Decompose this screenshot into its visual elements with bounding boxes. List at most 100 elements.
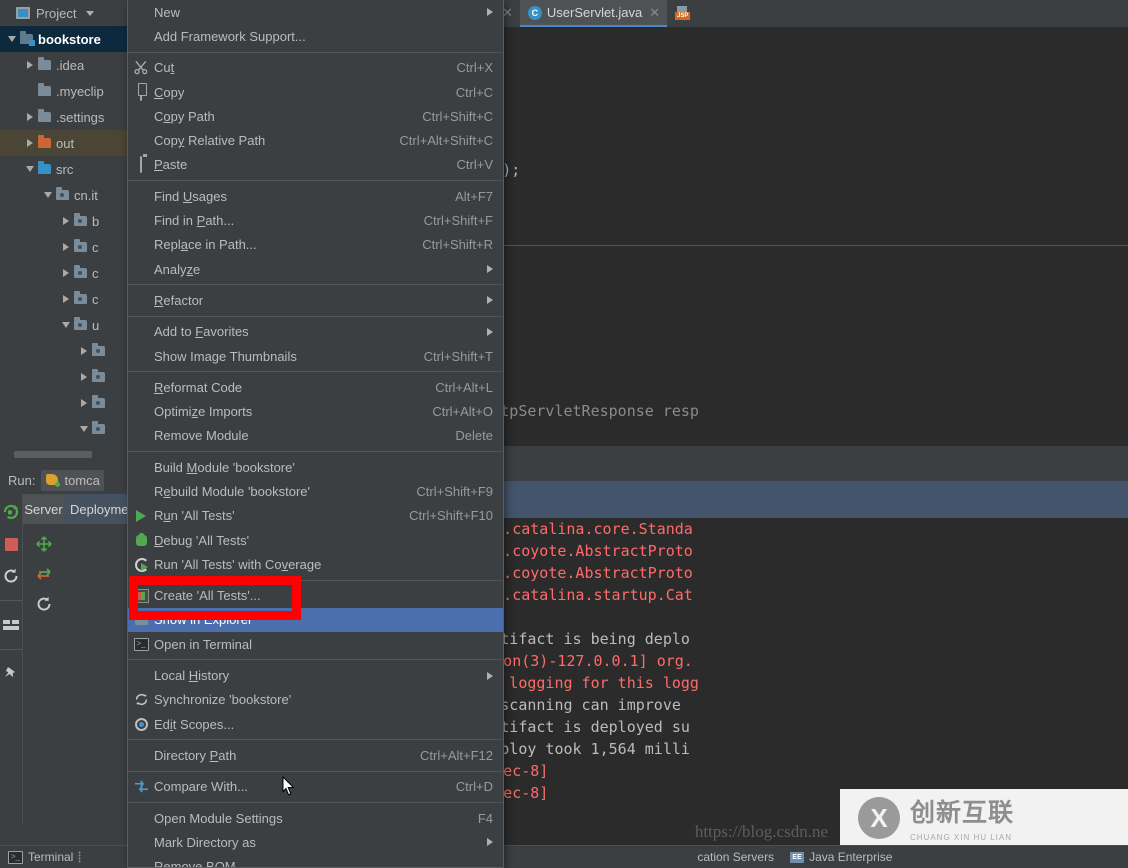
menu-item[interactable]: Cut Ctrl+X: [128, 56, 503, 80]
drag-grip[interactable]: [78, 851, 82, 863]
menu-item[interactable]: Synchronize 'bookstore': [128, 688, 503, 712]
tree-twisty[interactable]: [4, 36, 20, 42]
status-java-ee-button[interactable]: EE Java Enterprise: [782, 850, 900, 864]
run-configuration-tab[interactable]: tomca: [41, 469, 104, 491]
restart-icon[interactable]: [1, 566, 21, 586]
project-tree-item[interactable]: u: [0, 312, 130, 338]
menu-item[interactable]: Edit Scopes...: [128, 712, 503, 736]
tree-twisty[interactable]: [58, 322, 74, 328]
pin-icon[interactable]: [1, 664, 21, 684]
menu-item[interactable]: Compare With... Ctrl+D: [128, 775, 503, 799]
collapse-arrow-icon[interactable]: [62, 322, 70, 328]
menu-item[interactable]: Debug 'All Tests': [128, 528, 503, 552]
tree-twisty[interactable]: [22, 113, 38, 121]
project-tree-item[interactable]: .settings: [0, 104, 130, 130]
project-tree-item[interactable]: c: [0, 286, 130, 312]
rerun-icon[interactable]: [1, 502, 21, 522]
menu-item[interactable]: Show in Explorer: [128, 607, 503, 633]
expand-arrow-icon[interactable]: [27, 139, 33, 147]
tree-twisty[interactable]: [58, 295, 74, 303]
menu-item[interactable]: Refactor: [128, 288, 503, 312]
menu-item[interactable]: Copy Path Ctrl+Shift+C: [128, 104, 503, 128]
menu-item[interactable]: >_ Open in Terminal: [128, 632, 503, 656]
menu-item[interactable]: Open Module Settings F4: [128, 806, 503, 830]
menu-item[interactable]: Remove Module Delete: [128, 424, 503, 448]
menu-item[interactable]: Remove BOM: [128, 855, 503, 867]
expand-arrow-icon[interactable]: [63, 269, 69, 277]
tree-twisty[interactable]: [76, 373, 92, 381]
project-tree-item[interactable]: bookstore: [0, 26, 130, 52]
tree-twisty[interactable]: [76, 426, 92, 432]
update-icon[interactable]: [34, 564, 54, 584]
layout-icon[interactable]: [1, 615, 21, 635]
collapse-arrow-icon[interactable]: [80, 426, 88, 432]
tree-twisty[interactable]: [22, 61, 38, 69]
expand-arrow-icon[interactable]: [81, 347, 87, 355]
expand-arrow-icon[interactable]: [27, 61, 33, 69]
menu-item[interactable]: Mark Directory as: [128, 830, 503, 854]
expand-arrow-icon[interactable]: [81, 399, 87, 407]
menu-item[interactable]: Show Image Thumbnails Ctrl+Shift+T: [128, 344, 503, 368]
editor-tab[interactable]: C UserServlet.java ✕: [519, 0, 668, 27]
menu-item[interactable]: Optimize Imports Ctrl+Alt+O: [128, 399, 503, 423]
stop-icon[interactable]: [1, 534, 21, 554]
menu-item[interactable]: Local History: [128, 663, 503, 687]
project-tree-item[interactable]: c: [0, 260, 130, 286]
menu-item[interactable]: Paste Ctrl+V: [128, 153, 503, 177]
menu-item[interactable]: Build Module 'bookstore': [128, 455, 503, 479]
tree-twisty[interactable]: [58, 243, 74, 251]
menu-item[interactable]: Run 'All Tests' with Coverage: [128, 552, 503, 576]
menu-item[interactable]: Rebuild Module 'bookstore' Ctrl+Shift+F9: [128, 479, 503, 503]
tree-twisty[interactable]: [58, 269, 74, 277]
tree-twisty[interactable]: [76, 399, 92, 407]
horizontal-scrollbar[interactable]: [14, 451, 92, 458]
tree-twisty[interactable]: [58, 217, 74, 225]
tree-twisty[interactable]: [40, 192, 56, 198]
deploy-all-icon[interactable]: [34, 534, 54, 554]
project-tree[interactable]: bookstore .idea .myeclip .settings out src cn.…: [0, 26, 130, 442]
menu-item[interactable]: Add Framework Support...: [128, 24, 503, 48]
expand-arrow-icon[interactable]: [63, 217, 69, 225]
collapse-arrow-icon[interactable]: [44, 192, 52, 198]
project-tree-item[interactable]: [0, 338, 130, 364]
collapse-arrow-icon[interactable]: [26, 166, 34, 172]
menu-item[interactable]: Analyze: [128, 257, 503, 281]
redeploy-icon[interactable]: [34, 594, 54, 614]
menu-item[interactable]: Find Usages Alt+F7: [128, 184, 503, 208]
tree-twisty[interactable]: [22, 166, 38, 172]
collapse-arrow-icon[interactable]: [8, 36, 16, 42]
status-app-servers-button[interactable]: cation Servers: [689, 850, 782, 864]
project-tree-item[interactable]: b: [0, 208, 130, 234]
menu-item[interactable]: Reformat Code Ctrl+Alt+L: [128, 375, 503, 399]
context-menu[interactable]: New Add Framework Support... Cut Ctrl+X Copy…: [127, 0, 504, 868]
project-tree-item[interactable]: out: [0, 130, 130, 156]
tab-server[interactable]: Server: [23, 494, 64, 524]
tree-twisty[interactable]: [76, 347, 92, 355]
menu-item[interactable]: New: [128, 0, 503, 24]
menu-item[interactable]: Copy Relative Path Ctrl+Alt+Shift+C: [128, 128, 503, 152]
project-tree-item[interactable]: [0, 416, 130, 442]
expand-arrow-icon[interactable]: [81, 373, 87, 381]
project-tree-item[interactable]: .idea: [0, 52, 130, 78]
project-tree-item[interactable]: c: [0, 234, 130, 260]
menu-item[interactable]: Replace in Path... Ctrl+Shift+R: [128, 233, 503, 257]
project-tree-item[interactable]: [0, 364, 130, 390]
expand-arrow-icon[interactable]: [63, 295, 69, 303]
menu-item[interactable]: Create 'All Tests'...: [128, 584, 503, 608]
expand-arrow-icon[interactable]: [63, 243, 69, 251]
project-tree-item[interactable]: cn.it: [0, 182, 130, 208]
project-tree-item[interactable]: src: [0, 156, 130, 182]
menu-item[interactable]: Copy Ctrl+C: [128, 80, 503, 104]
menu-item[interactable]: Run 'All Tests' Ctrl+Shift+F10: [128, 504, 503, 528]
menu-item[interactable]: Find in Path... Ctrl+Shift+F: [128, 208, 503, 232]
menu-item[interactable]: Directory Path Ctrl+Alt+F12: [128, 743, 503, 767]
expand-arrow-icon[interactable]: [27, 113, 33, 121]
status-terminal-button[interactable]: >_ Terminal: [0, 850, 89, 864]
project-panel-header[interactable]: Project: [0, 0, 130, 26]
project-tree-item[interactable]: [0, 390, 130, 416]
chevron-down-icon[interactable]: [86, 10, 95, 16]
editor-tab[interactable]: JSP: [667, 0, 702, 27]
close-icon[interactable]: ✕: [649, 5, 660, 21]
tree-twisty[interactable]: [22, 139, 38, 147]
menu-item[interactable]: Add to Favorites: [128, 320, 503, 344]
